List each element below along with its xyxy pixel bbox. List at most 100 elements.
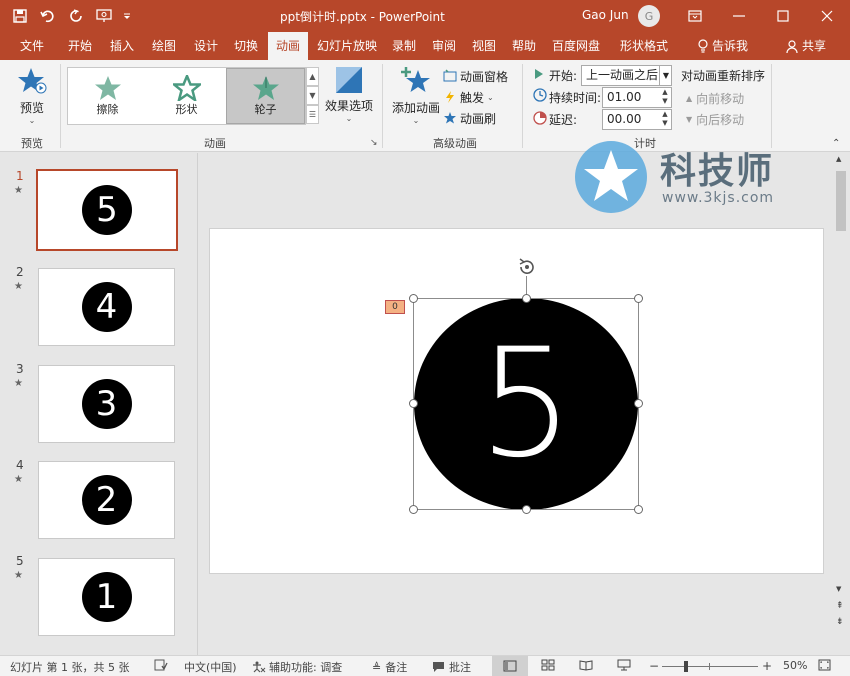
delay-input[interactable]: 00.00 ▲ ▼: [602, 109, 672, 130]
animation-painter-button[interactable]: 动画刷: [443, 109, 496, 127]
tab-review[interactable]: 审阅: [424, 32, 464, 60]
redo-icon[interactable]: [64, 5, 88, 27]
animation-order-tag[interactable]: 0: [385, 300, 405, 314]
zoom-slider[interactable]: [662, 666, 758, 667]
resize-handle[interactable]: [522, 294, 531, 303]
resize-handle[interactable]: [634, 505, 643, 514]
slide-thumbnail[interactable]: 4: [38, 268, 175, 346]
accessibility-label: 辅助功能: 调查: [269, 661, 343, 674]
tab-shape-format[interactable]: 形状格式: [612, 32, 676, 60]
comments-button[interactable]: 批注: [432, 659, 471, 675]
spellcheck-icon[interactable]: [154, 659, 168, 674]
delay-value: 00.00: [607, 112, 642, 126]
tab-slideshow[interactable]: 幻灯片放映: [310, 32, 384, 60]
resize-handle[interactable]: [634, 399, 643, 408]
avatar[interactable]: G: [638, 5, 660, 27]
minimize-icon[interactable]: [716, 0, 762, 32]
share-button[interactable]: 共享: [780, 32, 832, 60]
tab-animations[interactable]: 动画: [268, 32, 308, 61]
gallery-item-wheel[interactable]: 轮子: [226, 68, 305, 124]
add-animation-button[interactable]: 添加动画 ⌄: [390, 66, 442, 128]
rotate-handle-icon[interactable]: [516, 256, 538, 278]
resize-handle[interactable]: [634, 294, 643, 303]
animation-gallery: 擦除 形状 轮子: [67, 67, 306, 125]
duration-input[interactable]: 01.00 ▲ ▼: [602, 87, 672, 108]
user-name[interactable]: Gao Jun: [582, 8, 629, 22]
zoom-slider-thumb[interactable]: [684, 661, 688, 672]
fit-to-window-icon[interactable]: [818, 659, 831, 674]
tab-file[interactable]: 文件: [10, 32, 54, 60]
tab-view[interactable]: 视图: [464, 32, 504, 60]
scroll-up-icon[interactable]: ▲: [836, 155, 841, 163]
zoom-out-icon[interactable]: −: [649, 659, 659, 673]
effect-options-button[interactable]: 效果选项 ⌄: [323, 66, 375, 128]
maximize-icon[interactable]: [760, 0, 806, 32]
tab-help[interactable]: 帮助: [504, 32, 544, 60]
dialog-launcher-icon[interactable]: ↘: [370, 138, 378, 148]
slide-thumbnail[interactable]: 5: [36, 169, 178, 251]
language-status[interactable]: 中文(中国): [184, 659, 237, 675]
chevron-down-icon: ⌄: [28, 116, 36, 125]
resize-handle[interactable]: [522, 505, 531, 514]
thumbnail-digit: 1: [81, 572, 132, 622]
chevron-down-icon[interactable]: ▼: [659, 66, 672, 85]
zoom-in-icon[interactable]: +: [762, 659, 772, 673]
tab-baidu-netdisk[interactable]: 百度网盘: [544, 32, 608, 60]
tab-home[interactable]: 开始: [58, 32, 102, 60]
reading-view-icon[interactable]: [579, 659, 593, 674]
status-bar: 幻灯片 第 1 张，共 5 张 中文(中国) 辅助功能: 调查 ≜ 备注 批注 …: [0, 655, 850, 676]
scroll-down-icon[interactable]: ▼: [836, 585, 841, 593]
tab-design[interactable]: 设计: [184, 32, 228, 60]
ribbon-display-options-icon[interactable]: [672, 0, 718, 32]
resize-handle[interactable]: [409, 505, 418, 514]
duration-label: 持续时间:: [549, 91, 602, 105]
slide-thumbnail[interactable]: 2: [38, 461, 175, 539]
gallery-item-wipe[interactable]: 擦除: [68, 68, 147, 124]
animation-star-icon: ★: [14, 474, 23, 485]
gallery-scroll-down-icon[interactable]: ▼: [306, 86, 319, 105]
slide-thumbnail[interactable]: 3: [38, 365, 175, 443]
zoom-level[interactable]: 50%: [783, 659, 807, 672]
save-icon[interactable]: [8, 5, 32, 27]
tab-insert[interactable]: 插入: [100, 32, 144, 60]
close-icon[interactable]: [804, 0, 850, 32]
tab-draw[interactable]: 绘图: [142, 32, 186, 60]
slide-number: 2: [16, 265, 24, 279]
slideshow-view-icon[interactable]: [617, 659, 631, 674]
accessibility-status[interactable]: 辅助功能: 调查: [252, 659, 342, 675]
slide-sorter-icon[interactable]: [541, 659, 555, 674]
customize-qat-icon[interactable]: [120, 5, 134, 27]
zoom-center-tick: [709, 663, 710, 670]
undo-icon[interactable]: [36, 5, 60, 27]
delay-stepper[interactable]: ▲ ▼: [659, 110, 671, 129]
slide-thumbnail[interactable]: 1: [38, 558, 175, 636]
gallery-scroll-up-icon[interactable]: ▲: [306, 67, 319, 86]
notes-button[interactable]: ≜ 备注: [372, 659, 407, 675]
animation-pane-button[interactable]: 动画窗格: [443, 67, 508, 85]
tab-record[interactable]: 录制: [384, 32, 424, 60]
start-select[interactable]: 上一动画之后 ▼: [581, 65, 672, 86]
scroll-thumb[interactable]: [836, 171, 846, 231]
collapse-ribbon-icon[interactable]: ⌃: [832, 138, 840, 149]
gallery-more-icon[interactable]: ☰: [306, 105, 319, 124]
normal-view-icon[interactable]: [492, 656, 528, 676]
preview-button[interactable]: 预览 ⌄: [12, 66, 52, 126]
watermark-star-icon: [575, 141, 647, 213]
add-animation-icon: [401, 67, 430, 92]
start-slideshow-icon[interactable]: [92, 5, 116, 27]
move-later-button[interactable]: ▼ 向后移动: [686, 111, 744, 128]
animation-painter-label: 动画刷: [460, 111, 497, 126]
tell-me[interactable]: 告诉我: [688, 32, 758, 60]
move-earlier-button[interactable]: ▲ 向前移动: [686, 90, 744, 107]
resize-handle[interactable]: [409, 399, 418, 408]
next-slide-icon[interactable]: ⇟: [836, 617, 844, 627]
notes-icon: ≜: [372, 660, 382, 674]
preview-label: 预览: [19, 101, 44, 115]
duration-stepper[interactable]: ▲ ▼: [659, 88, 671, 107]
reorder-title: 对动画重新排序: [681, 69, 766, 83]
resize-handle[interactable]: [409, 294, 418, 303]
trigger-button[interactable]: 触发 ⌄: [443, 88, 494, 106]
previous-slide-icon[interactable]: ⇞: [836, 601, 844, 611]
tab-transitions[interactable]: 切换: [224, 32, 268, 60]
gallery-item-shape[interactable]: 形状: [147, 68, 226, 124]
